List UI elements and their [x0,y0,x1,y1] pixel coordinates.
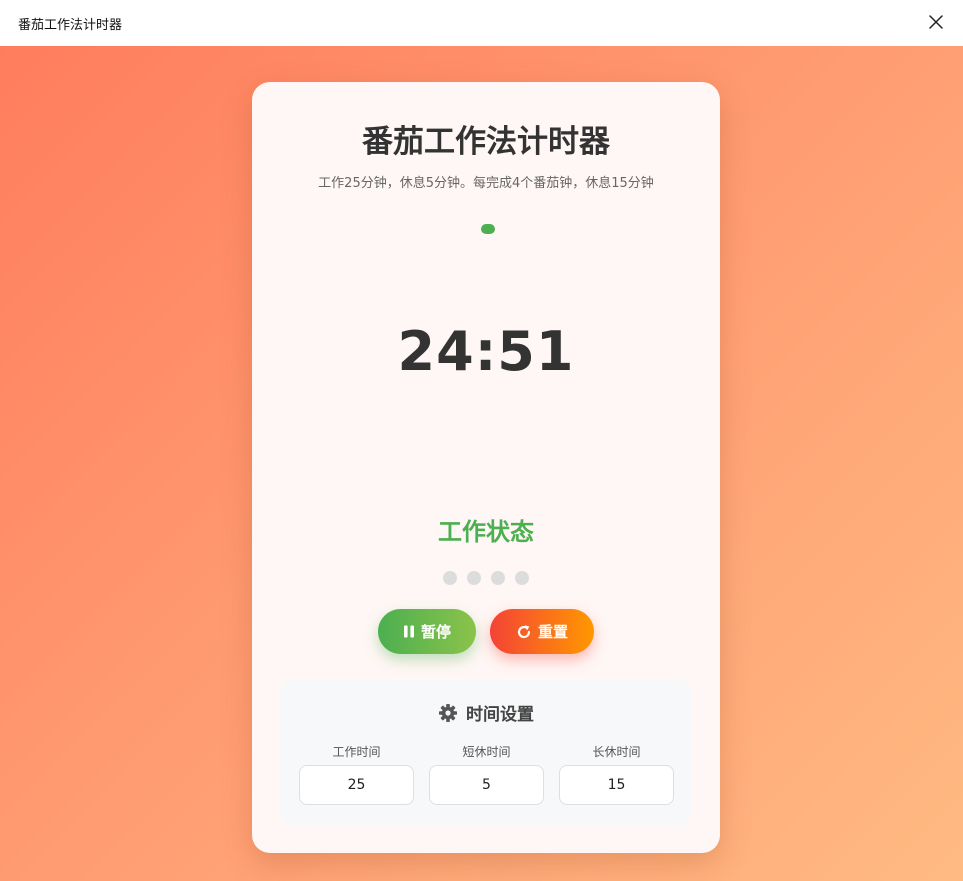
settings-title-label: 时间设置 [466,705,534,725]
settings-title: 时间设置 [280,700,692,725]
settings-panel: 时间设置 工作时间 短休时间 长休时间 [280,680,692,825]
short-break-label: 短休时间 [462,745,511,759]
short-break-input[interactable] [429,765,544,805]
pomodoro-dot [491,571,505,585]
pause-icon [403,625,415,638]
page-title: 番茄工作法计时器 [362,124,610,160]
window-title: 番茄工作法计时器 [18,17,123,33]
reset-button[interactable]: 重置 [490,609,594,654]
reset-icon [516,624,532,640]
progress-indicator [481,224,495,234]
status-label: 工作状态 [438,518,534,546]
control-buttons: 暂停 重置 [252,609,720,654]
long-break-input[interactable] [559,765,674,805]
work-time-input[interactable] [299,765,414,805]
title-bar: 番茄工作法计时器 [0,0,963,46]
long-break-label: 长休时间 [592,745,641,759]
long-break-field: 长休时间 [559,742,674,805]
close-button[interactable] [923,9,949,35]
timer-card: 番茄工作法计时器 工作25分钟，休息5分钟。每完成4个番茄钟，休息15分钟 24… [252,82,720,853]
work-time-label: 工作时间 [332,745,381,759]
pause-button[interactable]: 暂停 [378,609,476,654]
reset-button-label: 重置 [537,623,568,641]
pomodoro-dot [467,571,481,585]
pomodoro-dot [515,571,529,585]
timer-display: 24:51 [397,320,575,383]
close-icon [929,15,943,29]
page-subtitle: 工作25分钟，休息5分钟。每完成4个番茄钟，休息15分钟 [318,176,654,191]
pomodoro-count [252,571,720,585]
short-break-field: 短休时间 [429,742,544,805]
gear-icon [438,703,458,723]
pause-button-label: 暂停 [420,623,451,641]
work-time-field: 工作时间 [299,742,414,805]
settings-fields: 工作时间 短休时间 长休时间 [299,742,674,805]
pomodoro-dot [443,571,457,585]
app-window: 番茄工作法计时器 番茄工作法计时器 工作25分钟，休息5分钟。每完成4个番茄钟，… [0,0,963,881]
